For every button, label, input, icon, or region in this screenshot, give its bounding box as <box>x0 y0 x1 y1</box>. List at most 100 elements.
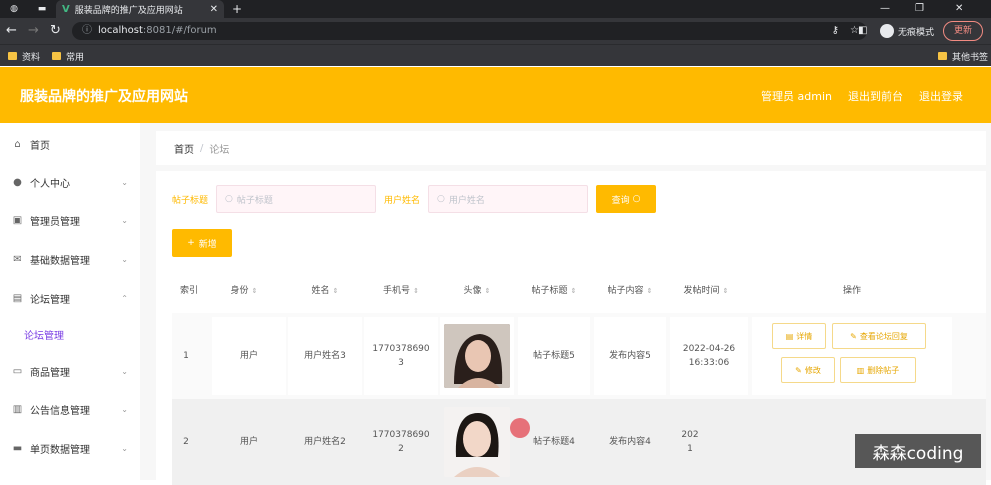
close-tab-icon[interactable]: ✕ <box>210 4 218 15</box>
monitor-icon: ▬ <box>12 442 23 454</box>
sidebar-item-forum[interactable]: ▤ 论坛管理 ⌃ <box>0 279 140 317</box>
key-icon[interactable]: ⚷ <box>832 22 839 40</box>
mail-icon: ✉ <box>13 253 22 265</box>
edit-button[interactable]: ✎ 修改 <box>781 357 835 383</box>
search-icon: ○ <box>437 194 445 204</box>
back-to-frontend-link[interactable]: 退出到前台 <box>848 88 903 104</box>
sidebar: ⌂ 首页 ● 个人中心 ⌄ ▣ 管理员管理 ⌄ ✉ 基础数据管理 ⌄ ▤ 论坛管理 ⌃ 论坛管理 … <box>0 123 140 480</box>
column-header[interactable]: 身份 ⇕ <box>212 269 276 313</box>
inactive-tab[interactable]: ◍ <box>0 0 28 18</box>
chevron-down-icon: ⌄ <box>121 366 128 376</box>
cell-phone: 1770378690 3 <box>372 344 430 368</box>
url-path: :8081/#/forum <box>142 25 217 36</box>
query-label: 查询 <box>611 195 630 206</box>
admin-user-link[interactable]: 管理员 admin <box>761 88 832 104</box>
sidebar-item-basic-data[interactable]: ✉ 基础数据管理 ⌄ <box>0 240 140 278</box>
header-links: 管理员 admin 退出到前台 退出登录 <box>761 88 963 104</box>
briefcase-icon: ▣ <box>12 214 23 226</box>
column-header[interactable]: 姓名 ⇕ <box>288 269 362 313</box>
sidebar-item-label: 论坛管理 <box>24 330 64 342</box>
column-header: 操作 <box>842 286 861 296</box>
other-bookmarks[interactable]: 其他书签 <box>938 48 988 64</box>
sort-icon: ⇕ <box>570 287 577 295</box>
back-icon[interactable]: ← <box>6 22 17 40</box>
cell-role: 用户 <box>239 351 258 361</box>
bookmark-folder[interactable]: 常用 <box>52 48 84 64</box>
cell-content: 发布内容4 <box>609 437 651 447</box>
bookmark-label: 常用 <box>66 52 85 63</box>
main-content: 首页 / 论坛 帖子标题 ○ 帖子标题 用户姓名 ○ 用户姓名 查询 ○ + 新增 索引… <box>150 123 991 485</box>
reload-icon[interactable]: ↻ <box>50 22 61 40</box>
browser-tab-strip: ◍ ▬ V 服装品牌的推广及应用网站 ✕ + — ❐ ✕ <box>0 0 991 18</box>
site-info-icon[interactable]: ⓘ <box>82 25 92 36</box>
top-header: 服装品牌的推广及应用网站 管理员 admin 退出到前台 退出登录 <box>0 67 991 123</box>
sidebar-item-products[interactable]: ▭ 商品管理 ⌄ <box>0 352 140 390</box>
sidepanel-icon[interactable]: ◧ <box>858 22 867 40</box>
column-header[interactable]: 发帖时间 ⇕ <box>670 269 742 313</box>
address-bar-row: ← → ↻ ⓘ localhost:8081/#/forum ⚷ ☆ ◧ 无痕模式… <box>0 18 991 44</box>
breadcrumb-separator: / <box>200 142 204 154</box>
forward-icon[interactable]: → <box>28 22 39 40</box>
cell-content: 发布内容5 <box>609 351 651 361</box>
cell-title: 帖子标题4 <box>533 437 575 447</box>
bookmarks-bar: 资料 常用 其他书签 <box>0 44 991 66</box>
avatar-photo-woman-2 <box>444 407 510 477</box>
column-header[interactable]: 头像 ⇕ <box>440 269 514 313</box>
sidebar-item-home[interactable]: ⌂ 首页 <box>0 125 140 163</box>
sidebar-item-label: 首页 <box>30 140 50 152</box>
folder-icon <box>8 52 17 60</box>
active-tab[interactable]: V 服装品牌的推广及应用网站 ✕ <box>56 0 224 18</box>
query-button[interactable]: 查询 ○ <box>596 185 657 213</box>
add-button[interactable]: + 新增 <box>172 229 232 257</box>
tab-title: 服装品牌的推广及应用网站 <box>74 5 183 16</box>
sidebar-item-notices[interactable]: ▥ 公告信息管理 ⌄ <box>0 390 140 428</box>
delete-post-button[interactable]: ▥ 删除帖子 <box>840 357 916 383</box>
view-replies-button[interactable]: ✎ 查看论坛回复 <box>832 323 926 349</box>
column-header[interactable]: 手机号 ⇕ <box>364 269 438 313</box>
folder-icon <box>52 52 61 60</box>
bookmark-label: 资料 <box>22 52 41 63</box>
url-field[interactable]: ⓘ localhost:8081/#/forum ⚷ ☆ <box>72 22 867 40</box>
sidebar-item-label: 公告信息管理 <box>30 405 90 417</box>
update-button[interactable]: 更新 <box>943 21 983 41</box>
name-search-placeholder: 用户姓名 <box>448 195 485 206</box>
logout-link[interactable]: 退出登录 <box>919 88 963 104</box>
cursor-highlight <box>510 418 530 438</box>
cell-time: 2022-04-26 16:33:06 <box>682 344 736 368</box>
avatar[interactable] <box>444 324 510 388</box>
sidebar-item-admins[interactable]: ▣ 管理员管理 ⌄ <box>0 201 140 239</box>
search-icon: ○ <box>632 194 641 204</box>
site-title: 服装品牌的推广及应用网站 <box>20 89 188 105</box>
document-icon: ▤ <box>12 292 23 304</box>
column-header[interactable]: 帖子标题 ⇕ <box>518 269 590 313</box>
name-search-input[interactable]: ○ 用户姓名 <box>428 185 589 213</box>
sidebar-item-pages[interactable]: ▬ 单页数据管理 ⌄ <box>0 429 140 467</box>
home-icon: ⌂ <box>14 138 21 150</box>
sort-icon: ⇕ <box>646 287 653 295</box>
bookmark-folder[interactable]: 资料 <box>8 48 40 64</box>
detail-button[interactable]: ▤ 详情 <box>772 323 826 349</box>
globe-icon: ◍ <box>10 4 18 14</box>
column-header[interactable]: 帖子内容 ⇕ <box>594 269 666 313</box>
avatar[interactable] <box>444 407 510 477</box>
chevron-down-icon: ⌄ <box>121 404 128 414</box>
sort-icon: ⇕ <box>332 287 339 295</box>
edit-icon: ✎ <box>850 331 857 341</box>
title-search-input[interactable]: ○ 帖子标题 <box>216 185 377 213</box>
breadcrumb-home[interactable]: 首页 <box>174 141 194 156</box>
minimize-icon[interactable]: — <box>880 0 890 18</box>
plus-icon: + <box>187 238 195 248</box>
url-host: localhost <box>98 25 143 36</box>
table-header: 索引 身份 ⇕ 姓名 ⇕ 手机号 ⇕ 头像 ⇕ 帖子标题 ⇕ 帖子内容 ⇕ 发帖时间 ⇕ 操作 <box>172 269 986 313</box>
sidebar-subitem-forum[interactable]: 论坛管理 <box>0 315 140 353</box>
table-row: 1 用户 用户姓名3 1770378690 3 帖子标题5 发布内容5 2022… <box>172 313 986 399</box>
close-window-icon[interactable]: ✕ <box>955 0 963 18</box>
title-search-placeholder: 帖子标题 <box>236 195 273 206</box>
add-label: 新增 <box>198 239 217 250</box>
chat-icon: ▭ <box>12 365 23 377</box>
inactive-tab[interactable]: ▬ <box>28 0 56 18</box>
restore-icon[interactable]: ❐ <box>915 0 924 18</box>
new-tab-button[interactable]: + <box>232 0 242 18</box>
profile-indicator[interactable]: 无痕模式 <box>880 22 934 40</box>
sidebar-item-personal[interactable]: ● 个人中心 ⌄ <box>0 163 140 201</box>
